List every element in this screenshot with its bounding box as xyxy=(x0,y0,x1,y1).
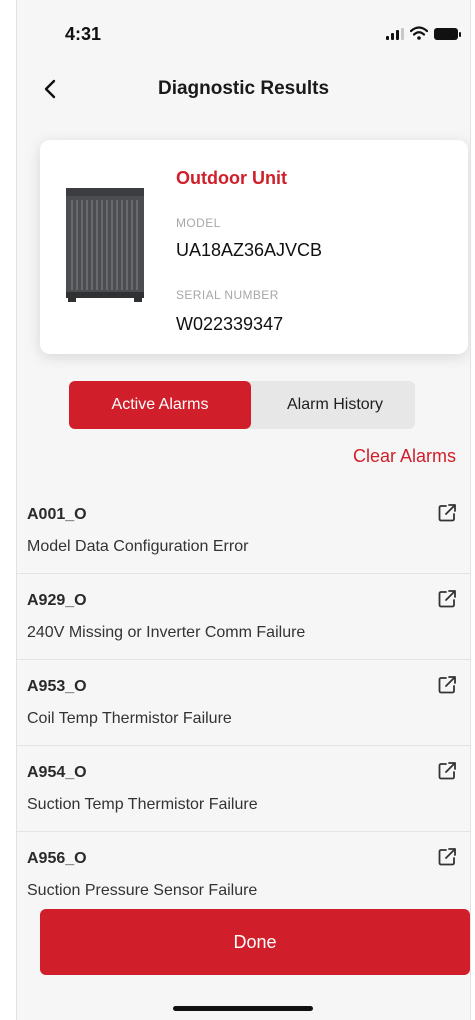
wifi-icon xyxy=(410,26,428,40)
model-value: UA18AZ36AJVCB xyxy=(176,240,323,260)
alarm-code: A956_O xyxy=(27,850,87,867)
page-title: Diagnostic Results xyxy=(157,78,330,99)
alarm-tabs: Active Alarms Alarm History xyxy=(69,381,415,429)
external-link-icon[interactable] xyxy=(436,502,458,524)
status-icons xyxy=(386,26,461,40)
alarm-description: Model Data Configuration Error xyxy=(27,538,249,555)
external-link-icon[interactable] xyxy=(436,846,458,868)
external-link-icon[interactable] xyxy=(436,760,458,782)
alarm-description: Coil Temp Thermistor Failure xyxy=(27,710,232,727)
serial-value: W022339347 xyxy=(176,314,284,334)
nav-bar: Diagnostic Results xyxy=(17,66,470,112)
battery-icon xyxy=(434,28,461,40)
alarm-description: Suction Temp Thermistor Failure xyxy=(27,796,258,813)
alarm-code: A953_O xyxy=(27,678,87,695)
alarm-description: 240V Missing or Inverter Comm Failure xyxy=(27,624,306,641)
unit-card: Outdoor Unit MODEL UA18AZ36AJVCB SERIAL … xyxy=(40,140,468,354)
alarm-item[interactable]: A954_O Suction Temp Thermistor Failure xyxy=(17,746,470,832)
status-bar: 4:31 xyxy=(17,0,470,64)
clear-alarms-button[interactable]: Clear Alarms xyxy=(353,446,456,467)
alarm-item[interactable]: A956_O Suction Pressure Sensor Failure xyxy=(17,832,470,917)
outdoor-unit-image xyxy=(66,188,144,302)
alarm-item[interactable]: A929_O 240V Missing or Inverter Comm Fai… xyxy=(17,574,470,660)
serial-label: SERIAL NUMBER xyxy=(176,288,279,302)
external-link-icon[interactable] xyxy=(436,588,458,610)
alarm-list: A001_O Model Data Configuration Error A9… xyxy=(17,488,470,917)
signal-icon xyxy=(386,28,404,40)
alarm-item[interactable]: A953_O Coil Temp Thermistor Failure xyxy=(17,660,470,746)
alarm-item[interactable]: A001_O Model Data Configuration Error xyxy=(17,488,470,574)
phone-screen: 4:31 Diagnostic Results Outdoor Unit MOD… xyxy=(16,0,471,1020)
unit-name: Outdoor Unit xyxy=(176,168,287,188)
tab-alarm-history[interactable]: Alarm History xyxy=(255,381,415,429)
home-indicator xyxy=(173,1006,313,1011)
model-label: MODEL xyxy=(176,216,221,230)
alarm-code: A001_O xyxy=(27,506,87,523)
external-link-icon[interactable] xyxy=(436,674,458,696)
tab-active-alarms[interactable]: Active Alarms xyxy=(69,381,251,429)
alarm-code: A954_O xyxy=(27,764,87,781)
status-time: 4:31 xyxy=(65,24,102,44)
done-button[interactable]: Done xyxy=(40,909,470,975)
alarm-code: A929_O xyxy=(27,592,87,609)
alarm-description: Suction Pressure Sensor Failure xyxy=(27,882,258,899)
